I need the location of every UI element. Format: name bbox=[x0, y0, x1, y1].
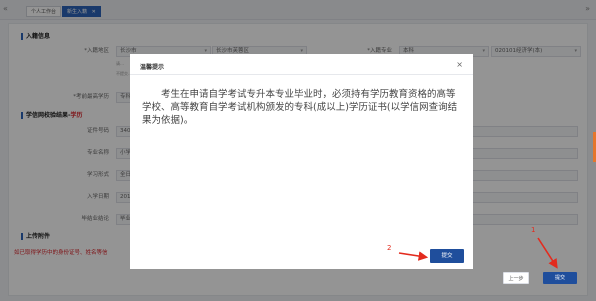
notice-modal: 温馨提示 × 考生在申请自学考试专升本专业毕业时，必须持有学历教育资格的高等学校… bbox=[130, 54, 473, 269]
annotation-step-1: 1 bbox=[531, 226, 536, 234]
modal-title: 温馨提示 bbox=[140, 64, 165, 71]
annotation-step-2: 2 bbox=[387, 244, 392, 252]
modal-divider bbox=[130, 74, 473, 75]
modal-message: 考生在申请自学考试专升本专业毕业时，必须持有学历教育资格的高等学校、高等教育自学… bbox=[142, 89, 458, 126]
prev-step-button[interactable]: 上一步 bbox=[503, 272, 529, 284]
close-icon[interactable]: × bbox=[456, 60, 463, 69]
modal-submit-button[interactable]: 提交 bbox=[430, 249, 464, 263]
submit-button[interactable]: 提交 bbox=[543, 272, 577, 284]
